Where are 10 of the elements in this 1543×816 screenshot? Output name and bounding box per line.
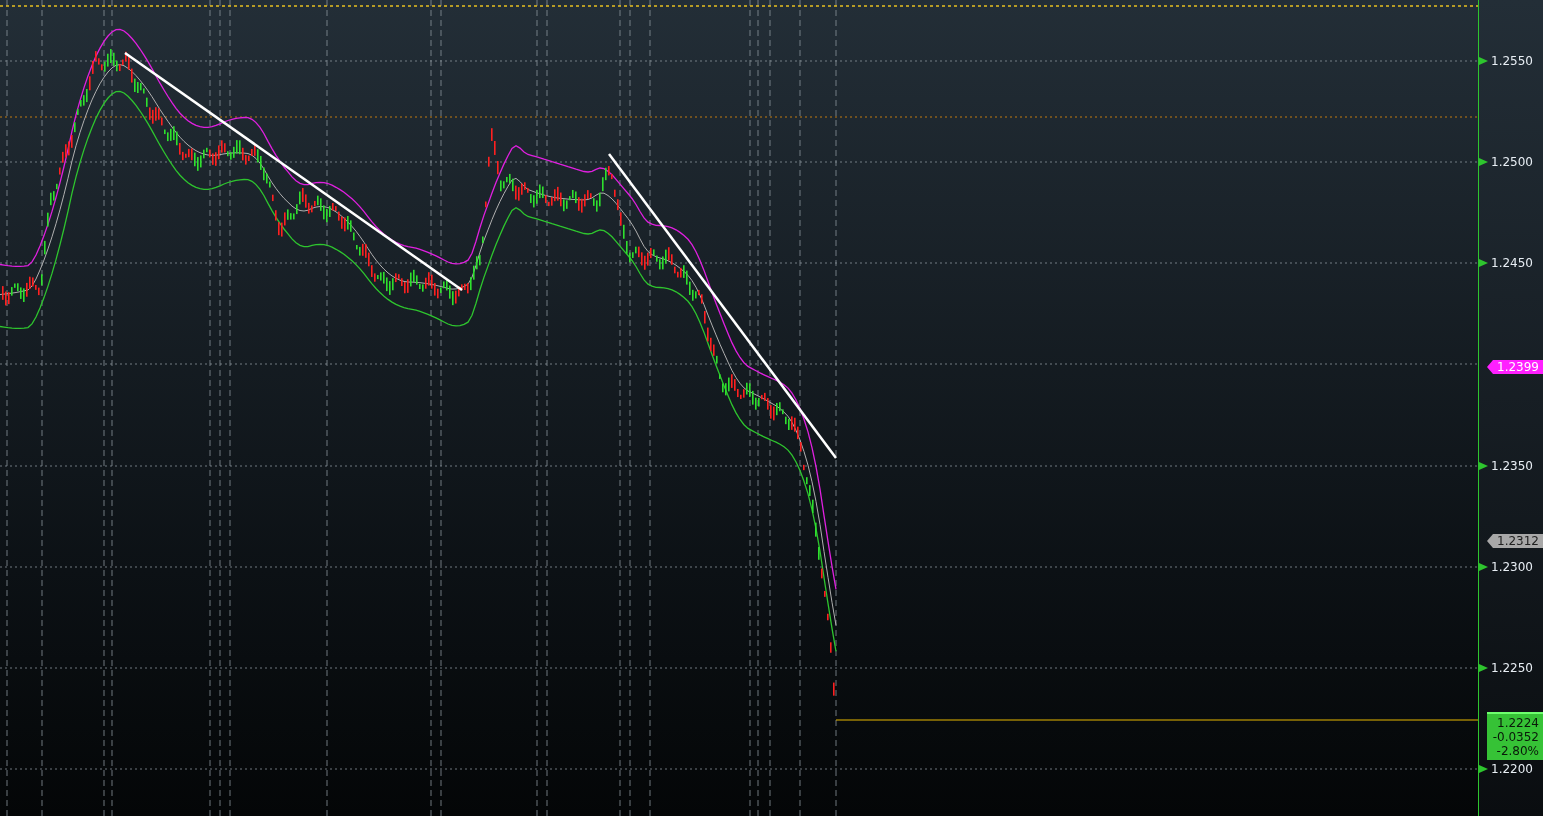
- price-label: 1.2350: [1491, 459, 1533, 473]
- price-badge: 1.2399: [1487, 360, 1543, 374]
- price-label: 1.2250: [1491, 661, 1533, 675]
- price-label: 1.2500: [1491, 155, 1533, 169]
- price-label: 1.2300: [1491, 560, 1533, 574]
- last-price-badge: 1.2224 -0.0352 -2.80%: [1487, 712, 1543, 760]
- price-label: 1.2550: [1491, 54, 1533, 68]
- price-label: 1.2200: [1491, 762, 1533, 776]
- price-badge: 1.2312: [1487, 534, 1543, 548]
- price-label: 1.2450: [1491, 256, 1533, 270]
